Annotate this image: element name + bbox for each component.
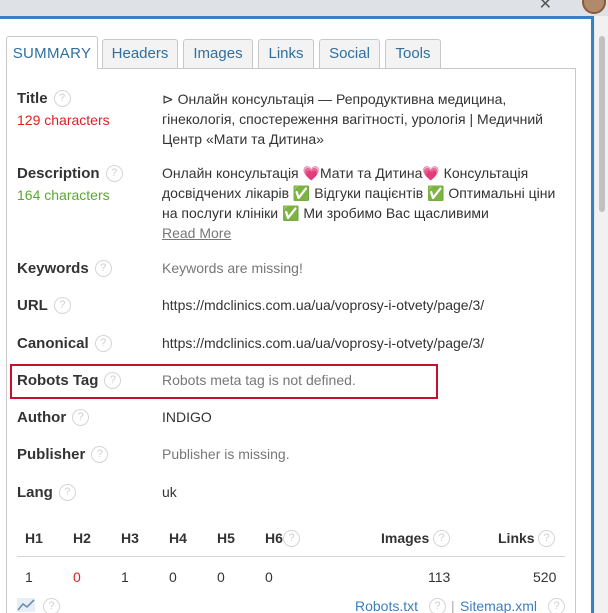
- description-char-count: 164 characters: [17, 187, 110, 203]
- tab-social[interactable]: Social: [319, 39, 380, 68]
- lang-value: uk: [162, 484, 177, 500]
- browser-toolbar: ✕: [0, 0, 608, 16]
- tab-summary[interactable]: SUMMARY: [6, 36, 98, 69]
- h1-header: H1: [25, 530, 43, 546]
- help-icon[interactable]: ?: [429, 598, 446, 613]
- title-char-count: 129 characters: [17, 112, 110, 128]
- title-row: Title? 129 characters: [17, 90, 110, 128]
- help-icon[interactable]: ?: [433, 530, 450, 547]
- close-icon[interactable]: ✕: [539, 0, 552, 13]
- links-header: Links: [498, 530, 535, 546]
- tab-tools[interactable]: Tools: [385, 39, 441, 68]
- footer-separator: |: [451, 598, 455, 613]
- robots-row: Robots Tag?: [17, 372, 122, 390]
- chart-icon[interactable]: [17, 598, 35, 612]
- description-label: Description: [17, 165, 100, 182]
- help-icon[interactable]: ?: [91, 446, 109, 463]
- lang-row: Lang?: [17, 484, 76, 502]
- help-icon[interactable]: ?: [548, 598, 565, 613]
- h1-count: 1: [25, 569, 33, 585]
- author-label: Author: [17, 409, 67, 426]
- url-row: URL?: [17, 297, 71, 315]
- avatar[interactable]: [582, 0, 606, 14]
- help-icon[interactable]: ?: [53, 297, 71, 314]
- tab-images[interactable]: Images: [183, 39, 253, 68]
- help-icon[interactable]: ?: [94, 260, 112, 277]
- keywords-label: Keywords: [17, 260, 89, 277]
- publisher-value: Publisher is missing.: [162, 446, 290, 462]
- sitemap-xml-link[interactable]: Sitemap.xml: [460, 598, 537, 613]
- links-count: 520: [533, 569, 557, 585]
- tab-links[interactable]: Links: [258, 39, 314, 68]
- h3-header: H3: [121, 530, 139, 546]
- description-row: Description? 164 characters: [17, 165, 123, 203]
- help-icon[interactable]: ?: [104, 372, 122, 389]
- h5-header: H5: [217, 530, 235, 546]
- help-icon[interactable]: ?: [105, 165, 123, 182]
- description-value: Онлайн консультація 💗Мати та Дитина💗 Кон…: [162, 165, 556, 221]
- help-icon[interactable]: ?: [58, 484, 76, 501]
- robots-label: Robots Tag: [17, 372, 99, 389]
- author-value: INDIGO: [162, 409, 212, 425]
- h4-count: 0: [169, 569, 177, 585]
- publisher-label: Publisher: [17, 446, 86, 463]
- publisher-row: Publisher?: [17, 446, 109, 464]
- help-icon[interactable]: ?: [53, 90, 71, 107]
- author-row: Author?: [17, 409, 90, 427]
- images-header: Images: [381, 530, 430, 546]
- scrollbar-thumb[interactable]: [599, 36, 605, 212]
- h6-count: 0: [265, 569, 273, 585]
- read-more-link[interactable]: Read More: [162, 225, 231, 241]
- lang-label: Lang: [17, 484, 53, 501]
- help-icon[interactable]: ?: [538, 530, 555, 547]
- title-value: ⊳ Онлайн консультація — Репродуктивна ме…: [162, 91, 543, 147]
- h6-header: H6: [265, 530, 283, 546]
- stats-divider: [17, 556, 565, 557]
- h2-count: 0: [73, 569, 81, 585]
- canonical-row: Canonical?: [17, 335, 112, 353]
- help-icon[interactable]: ?: [283, 530, 300, 547]
- canonical-value: https://mdclinics.com.ua/ua/voprosy-i-ot…: [162, 335, 485, 351]
- title-label: Title: [17, 90, 48, 107]
- robots-value: Robots meta tag is not defined.: [162, 372, 356, 388]
- canonical-label: Canonical: [17, 335, 89, 352]
- scrollbar[interactable]: [594, 16, 608, 613]
- tab-headers[interactable]: Headers: [102, 39, 178, 68]
- help-icon[interactable]: ?: [43, 598, 60, 613]
- keywords-value: Keywords are missing!: [162, 260, 303, 276]
- robots-txt-link[interactable]: Robots.txt: [355, 598, 418, 613]
- description-value-block: Онлайн консультація 💗Мати та Дитина💗 Кон…: [162, 163, 562, 243]
- h4-header: H4: [169, 530, 187, 546]
- h2-header: H2: [73, 530, 91, 546]
- help-icon[interactable]: ?: [94, 335, 112, 352]
- help-icon[interactable]: ?: [72, 409, 90, 426]
- images-count: 113: [428, 569, 451, 585]
- url-label: URL: [17, 297, 48, 314]
- keywords-row: Keywords?: [17, 260, 112, 278]
- h5-count: 0: [217, 569, 225, 585]
- h3-count: 1: [121, 569, 129, 585]
- url-value: https://mdclinics.com.ua/ua/voprosy-i-ot…: [162, 297, 485, 313]
